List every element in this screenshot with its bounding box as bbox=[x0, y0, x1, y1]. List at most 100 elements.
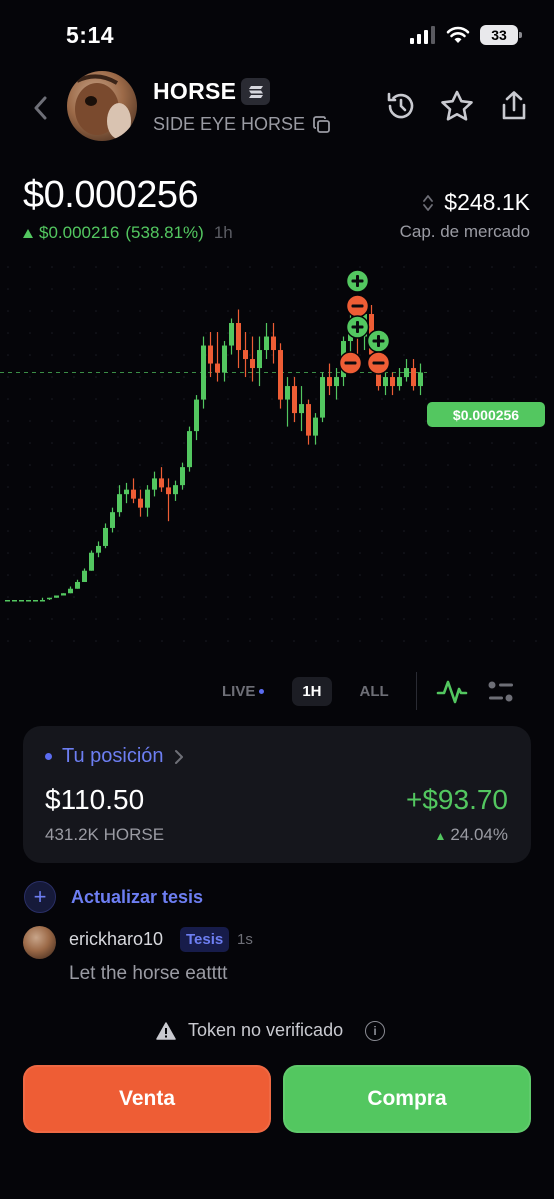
wifi-icon bbox=[446, 26, 470, 43]
candle bbox=[397, 368, 402, 391]
position-quantity: 431.2K HORSE bbox=[45, 825, 165, 844]
line-chart-icon bbox=[436, 680, 468, 704]
candle bbox=[271, 323, 276, 364]
candle bbox=[250, 336, 255, 382]
position-title[interactable]: Tu posición bbox=[45, 745, 184, 768]
candle bbox=[306, 399, 311, 445]
sell-button[interactable]: Venta bbox=[23, 1065, 271, 1133]
candle bbox=[243, 332, 248, 378]
range-selector: LIVE 1H ALL bbox=[212, 674, 417, 708]
range-live-button[interactable]: LIVE bbox=[212, 677, 274, 706]
update-thesis-link[interactable]: Actualizar tesis bbox=[71, 887, 203, 908]
position-title-label: Tu posición bbox=[62, 745, 164, 767]
candle bbox=[285, 377, 290, 427]
current-price: $0.000256 bbox=[23, 174, 199, 216]
buy-marker-icon[interactable] bbox=[366, 329, 391, 353]
position-pnl-pct: ▲ 24.04% bbox=[434, 825, 508, 844]
candle bbox=[327, 363, 332, 396]
candle bbox=[103, 523, 108, 549]
candle bbox=[404, 359, 409, 382]
price-change: $0.000216 (538.81%) 1h bbox=[23, 223, 233, 243]
range-all-button[interactable]: ALL bbox=[350, 677, 399, 706]
candle bbox=[131, 478, 136, 504]
warning-text: Token no verificado bbox=[188, 1020, 344, 1040]
chevron-right-icon bbox=[174, 749, 183, 764]
candle bbox=[292, 377, 297, 423]
candle bbox=[68, 586, 73, 594]
token-fullname: SIDE EYE HORSE bbox=[153, 114, 306, 134]
battery-indicator: 33 bbox=[480, 25, 522, 45]
range-divider bbox=[416, 672, 417, 710]
price-change-period: 1h bbox=[213, 223, 233, 242]
token-fullname-row[interactable]: SIDE EYE HORSE bbox=[153, 114, 331, 135]
candle bbox=[236, 309, 241, 369]
candle bbox=[173, 480, 178, 501]
chart-settings-toggle[interactable] bbox=[486, 678, 516, 711]
sell-marker-icon[interactable] bbox=[366, 351, 391, 375]
range-1h-button[interactable]: 1H bbox=[292, 676, 332, 706]
star-icon bbox=[441, 90, 473, 121]
buy-button[interactable]: Compra bbox=[283, 1065, 531, 1133]
history-icon bbox=[387, 92, 414, 119]
candle bbox=[418, 363, 423, 396]
candle bbox=[215, 332, 220, 382]
token-avatar bbox=[67, 71, 137, 141]
candle bbox=[54, 595, 59, 598]
sell-marker-icon[interactable] bbox=[338, 351, 363, 375]
candle bbox=[5, 600, 10, 602]
candle bbox=[19, 600, 24, 602]
candle bbox=[180, 462, 185, 490]
candle bbox=[117, 485, 122, 517]
position-value: $110.50 bbox=[45, 784, 145, 815]
status-icons: 33 bbox=[410, 25, 522, 45]
candle bbox=[40, 597, 45, 602]
warning-icon bbox=[156, 1021, 176, 1040]
sell-marker-icon[interactable] bbox=[345, 294, 370, 318]
candle bbox=[82, 568, 87, 582]
candle bbox=[159, 467, 164, 492]
user-avatar[interactable] bbox=[23, 926, 56, 959]
copy-icon[interactable] bbox=[313, 115, 331, 134]
candle bbox=[299, 386, 304, 432]
candle bbox=[201, 336, 206, 409]
candle bbox=[383, 372, 388, 396]
buy-marker-icon[interactable] bbox=[345, 269, 370, 293]
candle bbox=[264, 323, 269, 360]
candle bbox=[138, 489, 143, 517]
candle bbox=[278, 343, 283, 409]
share-button[interactable] bbox=[496, 88, 532, 124]
price-chart[interactable] bbox=[0, 255, 554, 665]
candle bbox=[145, 485, 150, 517]
up-triangle-icon: ▲ bbox=[434, 829, 447, 843]
add-thesis-icon[interactable]: + bbox=[24, 881, 56, 913]
buy-marker-icon[interactable] bbox=[345, 315, 370, 339]
history-button[interactable] bbox=[383, 88, 419, 124]
candle bbox=[75, 579, 80, 589]
signal-icon bbox=[410, 26, 435, 44]
candle bbox=[411, 359, 416, 391]
info-icon[interactable]: i bbox=[365, 1020, 386, 1041]
position-pnl: +$93.70 bbox=[406, 784, 508, 815]
candle bbox=[257, 336, 262, 387]
back-button[interactable] bbox=[26, 92, 54, 124]
unverified-warning[interactable]: Token no verificado i bbox=[156, 1020, 386, 1041]
live-dot bbox=[259, 688, 265, 694]
thesis-badge: Tesis bbox=[180, 927, 230, 952]
candle bbox=[313, 413, 318, 445]
line-chart-toggle[interactable] bbox=[436, 678, 468, 711]
market-cap[interactable]: $248.1K bbox=[422, 189, 530, 216]
user-name[interactable]: erickharo10 bbox=[69, 929, 163, 950]
candle bbox=[166, 478, 171, 522]
token-symbol: HORSE bbox=[153, 78, 237, 104]
comment-time: 1s bbox=[237, 931, 253, 948]
current-price-tag: $0.000256 bbox=[427, 402, 545, 427]
candle bbox=[194, 395, 199, 441]
favorite-button[interactable] bbox=[439, 88, 475, 124]
candle bbox=[89, 550, 94, 571]
solana-icon bbox=[241, 78, 270, 105]
settings-sliders-icon bbox=[488, 681, 513, 702]
candle bbox=[208, 332, 213, 378]
up-triangle-icon bbox=[23, 228, 33, 238]
chart-grid bbox=[7, 266, 537, 642]
candle bbox=[26, 600, 31, 602]
